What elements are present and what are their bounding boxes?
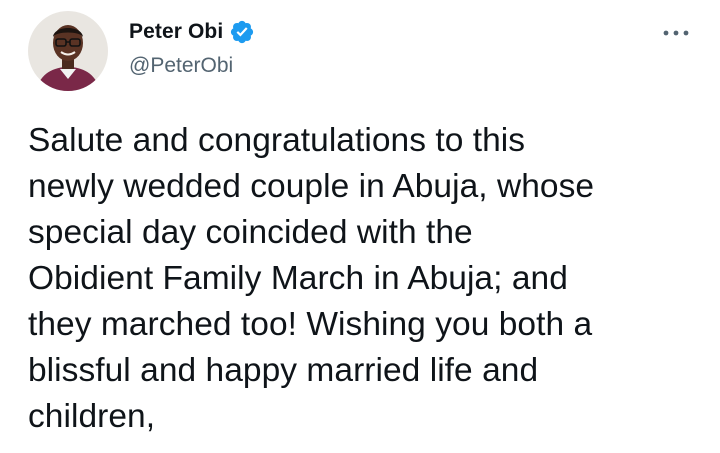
tweet-text: Salute and congratulations to this newly… — [28, 122, 595, 435]
verified-badge-icon — [229, 19, 255, 45]
author-display-name[interactable]: Peter Obi — [129, 20, 223, 44]
tweet-card: Peter Obi @PeterObi Salute and congratul… — [0, 0, 720, 453]
author-name-row: Peter Obi — [129, 18, 255, 46]
more-options-button[interactable] — [656, 18, 696, 48]
avatar[interactable] — [28, 11, 108, 91]
author-handle[interactable]: @PeterObi — [129, 54, 233, 78]
avatar-image — [28, 11, 108, 91]
more-dots-icon — [663, 30, 689, 36]
